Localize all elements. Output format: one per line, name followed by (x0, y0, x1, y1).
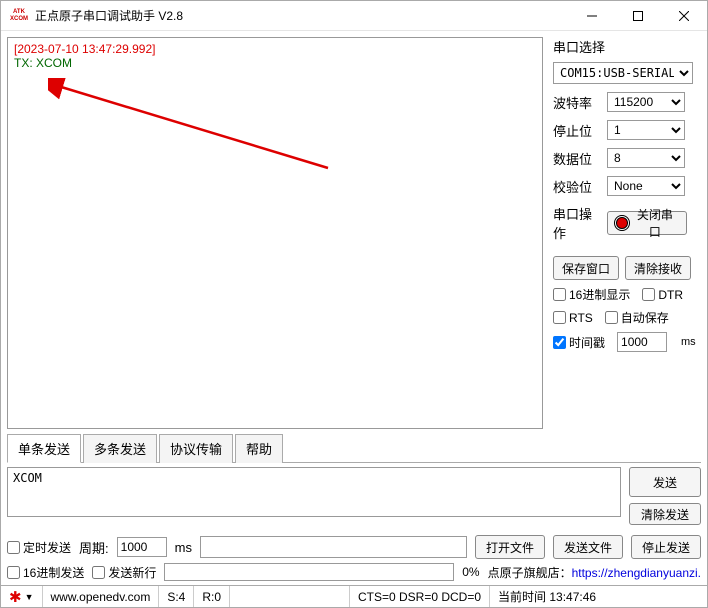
send-newline-checkbox[interactable]: 发送新行 (92, 564, 156, 581)
window-controls (569, 1, 707, 31)
file-path-input[interactable] (200, 536, 467, 558)
recv-tx-line: TX: XCOM (14, 56, 536, 70)
databits-select[interactable]: 8 (607, 148, 685, 168)
side-panel: 串口选择 COM15:USB-SERIAL CH34 波特率 115200 停止… (547, 31, 707, 433)
window-body: [2023-07-10 13:47:29.992] TX: XCOM 串口选择 … (1, 31, 707, 607)
send-buttons: 发送 清除发送 (629, 467, 701, 525)
tab-multi-send[interactable]: 多条发送 (83, 434, 157, 463)
stop-send-button[interactable]: 停止发送 (631, 535, 701, 559)
close-button[interactable] (661, 1, 707, 31)
baud-label: 波特率 (553, 93, 601, 112)
rts-checkbox[interactable]: RTS (553, 311, 593, 325)
timestamp-checkbox[interactable]: 时间戳 (553, 334, 605, 351)
send-button[interactable]: 发送 (629, 467, 701, 497)
shop-link-row: 点原子旗舰店：https://zhengdianyuanzi. (488, 564, 701, 581)
stopbits-select[interactable]: 1 (607, 120, 685, 140)
app-window: ATK XCOM 正点原子串口调试助手 V2.8 [2023-07-10 13:… (0, 0, 708, 608)
tab-help[interactable]: 帮助 (235, 434, 283, 463)
window-title: 正点原子串口调试助手 V2.8 (35, 7, 183, 24)
maximize-button[interactable] (615, 1, 661, 31)
hex-display-checkbox[interactable]: 16进制显示 (553, 286, 630, 303)
close-port-button[interactable]: 关闭串口 (607, 211, 687, 235)
status-time: 当前时间 13:47:46 (490, 586, 604, 607)
port-op-label: 串口操作 (553, 204, 601, 242)
baud-select[interactable]: 115200 (607, 92, 685, 112)
upper-pane: [2023-07-10 13:47:29.992] TX: XCOM 串口选择 … (1, 31, 707, 433)
period-label: 周期: (79, 538, 109, 557)
status-sent: S:4 (159, 586, 194, 607)
parity-label: 校验位 (553, 177, 601, 196)
minimize-icon (587, 11, 597, 21)
send-panel: XCOM 发送 清除发送 (7, 467, 701, 525)
gear-icon: ✱ (9, 588, 22, 606)
shop-link[interactable]: https://zhengdianyuanzi. (572, 566, 701, 580)
chevron-down-icon: ▼ (25, 592, 34, 602)
autosave-checkbox[interactable]: 自动保存 (605, 309, 669, 326)
port-section-title: 串口选择 (553, 37, 697, 56)
title-bar: ATK XCOM 正点原子串口调试助手 V2.8 (1, 1, 707, 31)
tab-bar: 单条发送 多条发送 协议传输 帮助 (7, 433, 701, 463)
progress-percent: 0% (462, 565, 479, 579)
settings-button[interactable]: ✱▼ (1, 586, 43, 607)
status-bar: ✱▼ www.openedv.com S:4 R:0 CTS=0 DSR=0 D… (1, 585, 707, 607)
clear-recv-button[interactable]: 清除接收 (625, 256, 691, 280)
port-select[interactable]: COM15:USB-SERIAL CH34 (553, 62, 693, 84)
clear-send-button[interactable]: 清除发送 (629, 503, 701, 525)
bottom-rows: 定时发送 周期: ms 打开文件 发送文件 停止发送 16进制发送 发送新行 0… (7, 531, 701, 581)
tab-protocol[interactable]: 协议传输 (159, 434, 233, 463)
receive-textarea[interactable]: [2023-07-10 13:47:29.992] TX: XCOM (7, 37, 543, 429)
tab-single-send[interactable]: 单条发送 (7, 434, 81, 463)
status-spacer (230, 586, 350, 607)
minimize-button[interactable] (569, 1, 615, 31)
parity-select[interactable]: None (607, 176, 685, 196)
data-label: 数据位 (553, 149, 601, 168)
period-ms: ms (175, 540, 192, 555)
progress-bar (164, 563, 454, 581)
maximize-icon (633, 11, 643, 21)
stop-label: 停止位 (553, 121, 601, 140)
close-icon (679, 11, 689, 21)
send-textarea[interactable]: XCOM (7, 467, 621, 517)
status-signals: CTS=0 DSR=0 DCD=0 (350, 586, 490, 607)
ms-label: ms (681, 336, 696, 348)
status-recv: R:0 (194, 586, 230, 607)
hex-send-checkbox[interactable]: 16进制发送 (7, 564, 84, 581)
timestamp-interval-input[interactable] (617, 332, 667, 352)
status-url[interactable]: www.openedv.com (43, 586, 160, 607)
period-input[interactable] (117, 537, 167, 557)
record-icon (616, 217, 628, 229)
dtr-checkbox[interactable]: DTR (642, 288, 683, 302)
annotation-arrow (48, 78, 348, 198)
open-file-button[interactable]: 打开文件 (475, 535, 545, 559)
save-window-button[interactable]: 保存窗口 (553, 256, 619, 280)
recv-timestamp-line: [2023-07-10 13:47:29.992] (14, 42, 536, 56)
app-logo: ATK XCOM (9, 8, 29, 24)
timed-send-checkbox[interactable]: 定时发送 (7, 539, 71, 556)
send-file-button[interactable]: 发送文件 (553, 535, 623, 559)
